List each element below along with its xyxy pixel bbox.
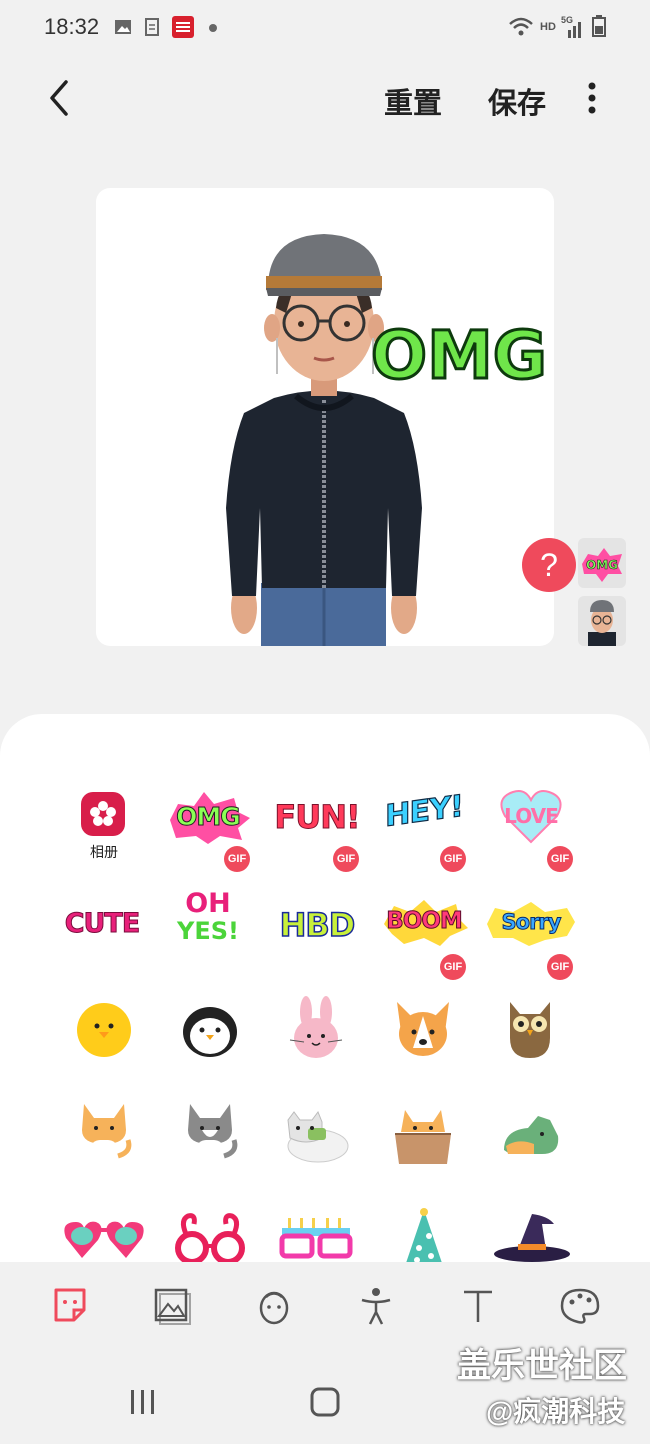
sticker-cat-orange[interactable] [52,1100,156,1190]
gif-badge: GIF [547,846,573,872]
avatar-figure: OMG [226,234,548,646]
sticker-panel: 相册 OMG GIF FUN! GIF HEY! GIF LOVE GIF CU… [0,714,650,1262]
sticker-cute[interactable]: CUTE [50,890,154,980]
watermark-title: 盖乐世社区 [457,1347,627,1385]
sticker-flamingo-glasses[interactable]: GIF [158,1206,262,1262]
palette-tab-icon[interactable] [558,1284,602,1328]
image-tab-icon[interactable] [150,1284,194,1328]
omg-sticker-text: OMG [371,317,547,394]
save-button[interactable]: 保存 [488,80,546,122]
sticker-corgi[interactable] [371,996,475,1086]
sticker-oh-text: OH [185,888,231,919]
network-label: HD [540,21,556,33]
sticker-hbd[interactable]: HBD [265,890,369,980]
sticker-boom-text: BOOM [386,908,464,935]
recent-apps-icon[interactable] [128,1388,158,1416]
document-icon [145,18,159,36]
sticker-cute-text: CUTE [64,908,141,940]
sticker-yes-text: YES! [176,917,239,945]
sticker-bunny[interactable] [264,996,368,1086]
sticker-preview[interactable]: OMG [96,188,554,646]
omg-thumb-text: OMG [586,558,618,572]
album-label: 相册 [90,844,118,860]
watermark-author: @疯潮科技 [486,1396,626,1427]
notification-dot [209,24,217,32]
signal-icon [568,22,581,38]
sticker-cat-grey[interactable] [158,1100,262,1190]
gif-badge: GIF [224,846,250,872]
sticker-fun-text: FUN! [274,798,361,837]
text-tab-icon[interactable] [456,1284,500,1328]
sticker-penguin[interactable] [158,996,262,1086]
sticker-cake-glasses[interactable]: GIF [264,1206,368,1262]
sticker-party-hat[interactable]: GIF [371,1206,475,1262]
sticker-sorry[interactable]: Sorry GIF [479,890,583,980]
sticker-hbd-text: HBD [279,905,356,945]
gallery-icon [115,20,131,34]
back-arrow-icon[interactable] [40,78,80,118]
sticker-omg[interactable]: OMG GIF [156,782,260,872]
sticker-heart-glasses[interactable]: GIF [52,1206,156,1262]
help-button[interactable]: ? [522,538,576,592]
more-options-icon[interactable] [580,80,604,116]
reset-button[interactable]: 重置 [384,80,442,122]
status-time: 18:32 [44,14,100,39]
album-button[interactable]: 相册 [52,790,156,880]
wifi-icon [509,17,533,36]
sticker-omg-text: OMG [176,802,242,832]
gif-badge: GIF [333,846,359,872]
sticker-cat-dino[interactable] [478,1100,582,1190]
sticker-hey-text: HEY! [385,788,464,835]
sticker-witch-hat[interactable] [478,1206,582,1262]
sticker-chick[interactable] [52,996,156,1086]
battery-icon [592,15,606,37]
face-tab-icon[interactable] [252,1284,296,1328]
sticker-fun[interactable]: FUN! GIF [265,782,369,872]
home-icon[interactable] [309,1386,341,1418]
sticker-tab-icon[interactable] [48,1284,92,1328]
gif-badge: GIF [440,954,466,980]
omg-sticker-thumb[interactable]: OMG [578,538,626,588]
sticker-love[interactable]: LOVE GIF [479,782,583,872]
avatar-thumb[interactable] [578,596,626,646]
body-pose-tab-icon[interactable] [354,1284,398,1328]
news-app-icon [172,16,194,38]
sticker-boom[interactable]: BOOM GIF [372,890,476,980]
sticker-owl[interactable] [478,996,582,1086]
album-icon [81,792,125,836]
sticker-oh-yes[interactable]: OH YES! [156,890,260,980]
sticker-cat-lying[interactable] [264,1100,368,1190]
sticker-sorry-text: Sorry [501,910,562,935]
gif-badge: GIF [547,954,573,980]
sticker-hey[interactable]: HEY! GIF [372,782,476,872]
gif-badge: GIF [440,846,466,872]
sticker-cat-box[interactable] [371,1100,475,1190]
sticker-love-text: LOVE [504,804,559,828]
